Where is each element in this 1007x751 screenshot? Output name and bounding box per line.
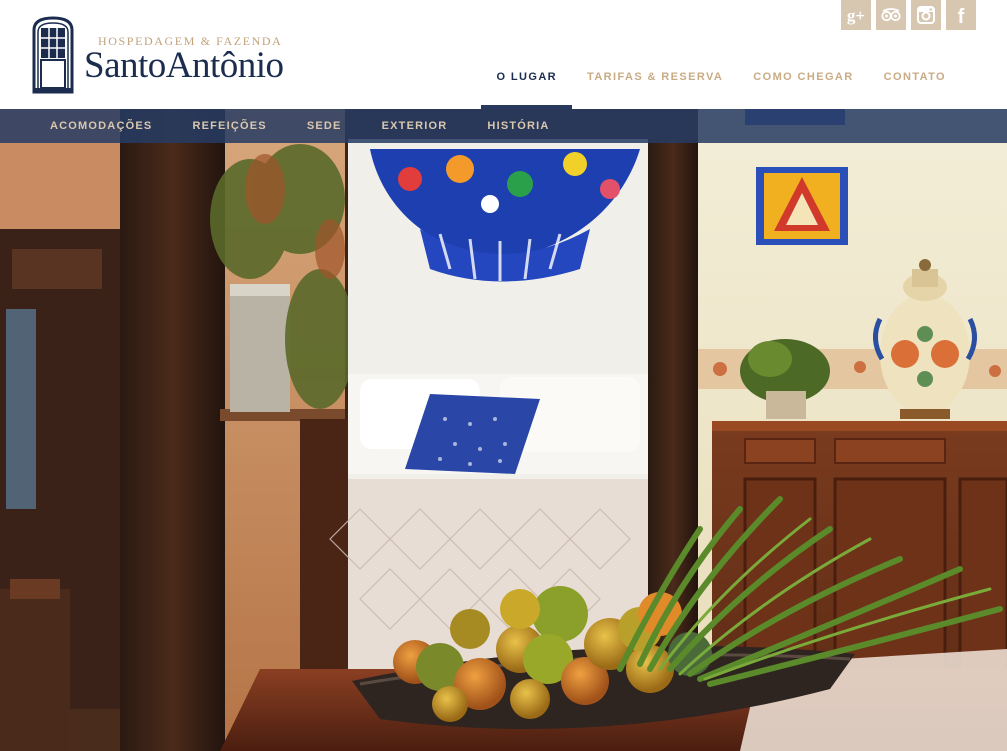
hero-illustration bbox=[0, 109, 1007, 751]
subnav-refeicoes[interactable]: REFEIÇÕES bbox=[172, 120, 286, 132]
instagram-icon[interactable] bbox=[911, 0, 941, 30]
hero-image bbox=[0, 109, 1007, 751]
facebook-icon[interactable]: f bbox=[946, 0, 976, 30]
window-door-icon bbox=[32, 16, 74, 94]
subnav-sede[interactable]: SEDE bbox=[287, 120, 362, 132]
subnav-historia[interactable]: HISTÓRIA bbox=[467, 120, 569, 132]
sub-navigation: ACOMODAÇÕES REFEIÇÕES SEDE EXTERIOR HIST… bbox=[0, 109, 1007, 143]
subnav-acomodacoes[interactable]: ACOMODAÇÕES bbox=[30, 120, 172, 132]
tripadvisor-icon[interactable] bbox=[876, 0, 906, 30]
main-navigation: O LUGAR TARIFAS & RESERVA COMO CHEGAR CO… bbox=[481, 71, 961, 109]
nav-o-lugar[interactable]: O LUGAR bbox=[481, 71, 572, 109]
google-plus-icon[interactable]: g+ bbox=[841, 0, 871, 30]
site-header: HOSPEDAGEM & FAZENDA SantoAntônio g+ f O… bbox=[0, 0, 1007, 109]
subnav-exterior[interactable]: EXTERIOR bbox=[362, 120, 468, 132]
brand-logo[interactable]: HOSPEDAGEM & FAZENDA SantoAntônio bbox=[32, 16, 302, 96]
nav-como-chegar[interactable]: COMO CHEGAR bbox=[738, 71, 868, 109]
brand-name: SantoAntônio bbox=[84, 45, 284, 86]
nav-contato[interactable]: CONTATO bbox=[869, 71, 961, 109]
nav-tarifas-reserva[interactable]: TARIFAS & RESERVA bbox=[572, 71, 738, 109]
social-links: g+ f bbox=[841, 0, 976, 30]
